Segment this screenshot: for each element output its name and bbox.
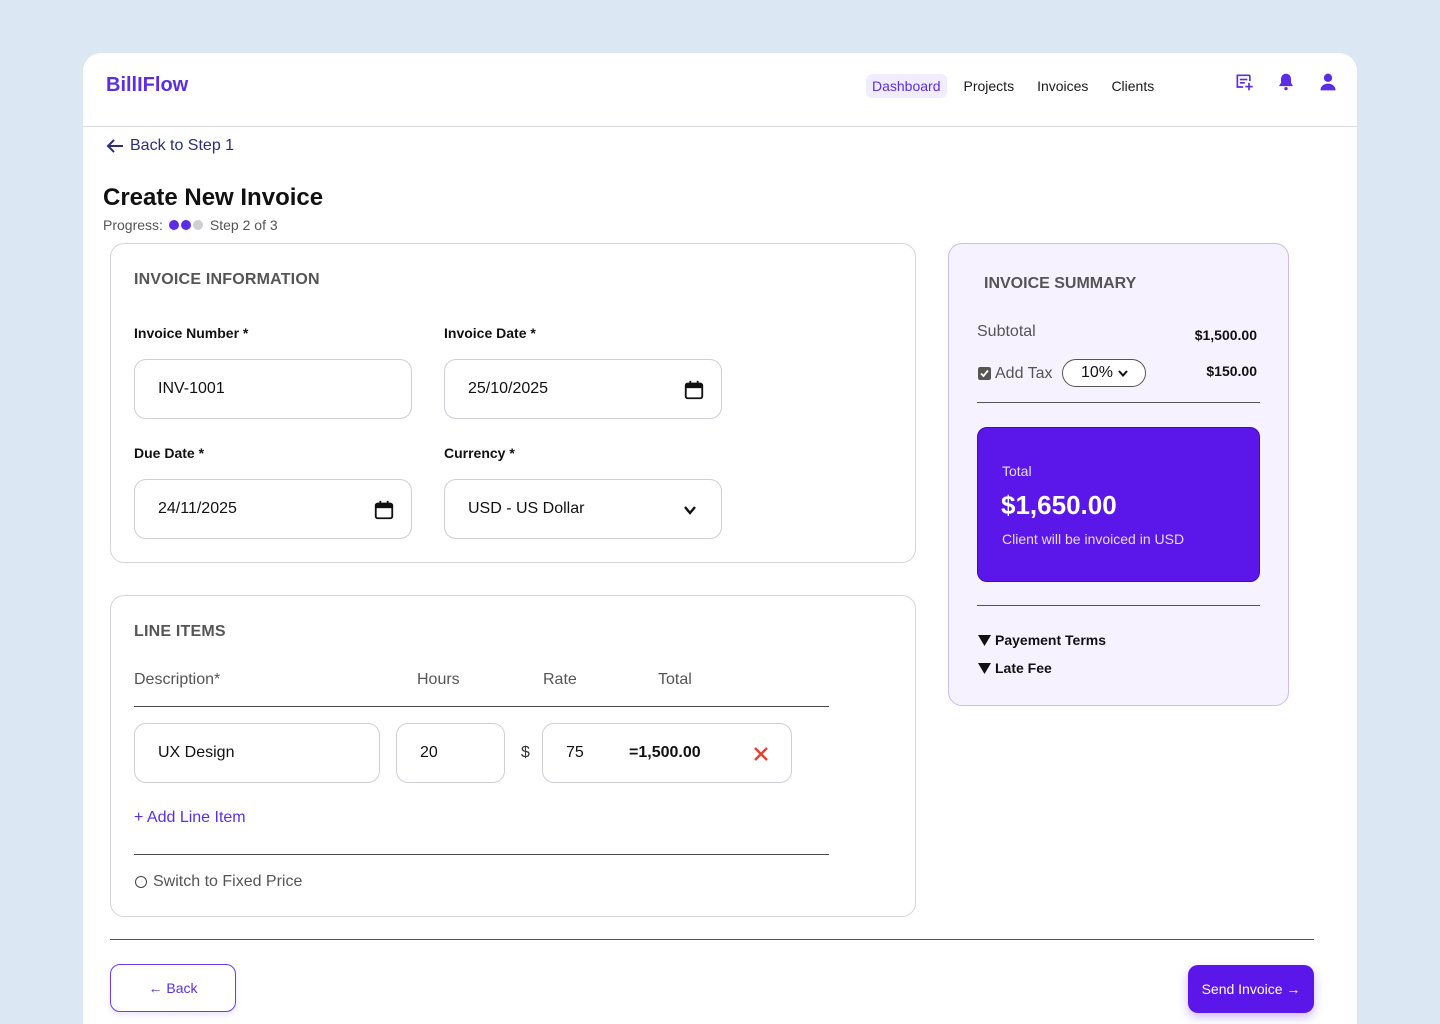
back-to-step-link[interactable]: Back to Step 1 bbox=[106, 137, 234, 155]
payment-terms-label: Payement Terms bbox=[995, 632, 1107, 648]
progress-dot bbox=[168, 220, 179, 230]
currency-symbol: $ bbox=[521, 744, 530, 761]
tax-value: $150.00 bbox=[1206, 363, 1257, 379]
total-amount: $1,650.00 bbox=[1001, 490, 1117, 520]
line-item-description-input[interactable]: UX Design bbox=[134, 723, 380, 783]
invoice-number-label: Invoice Number * bbox=[134, 325, 249, 341]
late-fee-label: Late Fee bbox=[995, 660, 1052, 676]
nav-item-invoices[interactable]: Invoices bbox=[1031, 74, 1094, 98]
invoice-summary-panel: INVOICE SUMMARY Subtotal $1,500.00 Add T… bbox=[948, 243, 1289, 706]
invoice-date-label: Invoice Date * bbox=[444, 325, 536, 341]
invoice-number-value: INV-1001 bbox=[158, 380, 225, 397]
back-button[interactable]: ← Back bbox=[110, 964, 236, 1012]
calendar-icon[interactable] bbox=[683, 379, 705, 401]
line-item-rate-value: 75 bbox=[566, 744, 584, 761]
invoice-number-field[interactable]: INV-1001 bbox=[134, 359, 412, 419]
nav-item-dashboard[interactable]: Dashboard bbox=[866, 74, 947, 98]
tax-rate-select[interactable]: 10% bbox=[1062, 359, 1146, 387]
line-items-header-divider bbox=[134, 706, 829, 707]
line-item-total: =1,500.00 bbox=[629, 744, 701, 761]
nav-item-clients[interactable]: Clients bbox=[1105, 74, 1160, 98]
remove-line-item-icon[interactable] bbox=[753, 746, 769, 762]
due-date-label: Due Date * bbox=[134, 445, 205, 461]
column-header-total: Total bbox=[658, 671, 692, 688]
invoice-date-field[interactable]: 25/10/2025 bbox=[444, 359, 722, 419]
line-items-title: LINE ITEMS bbox=[134, 623, 226, 640]
column-header-rate: Rate bbox=[543, 671, 577, 688]
footer-divider bbox=[110, 939, 1314, 940]
column-header-description: Description* bbox=[134, 671, 221, 688]
summary-divider bbox=[977, 402, 1260, 403]
add-tax-label: Add Tax bbox=[995, 365, 1053, 382]
top-navigation-bar: BillIFlow Dashboard Projects Invoices Cl… bbox=[83, 53, 1357, 127]
line-item-description-value: UX Design bbox=[158, 744, 235, 761]
triangle-down-icon bbox=[978, 634, 991, 646]
progress-step: Step 2 of 3 bbox=[209, 217, 278, 233]
invoice-summary-title: INVOICE SUMMARY bbox=[984, 275, 1137, 292]
line-item-rate-input[interactable]: 75 =1,500.00 bbox=[542, 723, 792, 783]
radio-button[interactable] bbox=[135, 876, 147, 888]
triangle-down-icon bbox=[978, 662, 991, 674]
progress-dots bbox=[168, 220, 203, 230]
user-icon[interactable] bbox=[1318, 72, 1338, 92]
add-tax-checkbox[interactable] bbox=[978, 367, 991, 380]
line-item-hours-input[interactable]: 20 bbox=[396, 723, 505, 783]
main-nav: Dashboard Projects Invoices Clients bbox=[866, 74, 1171, 98]
invoice-date-value: 25/10/2025 bbox=[468, 380, 549, 397]
arrow-left-icon bbox=[106, 139, 123, 153]
brand-logo[interactable]: BillIFlow bbox=[106, 74, 188, 97]
nav-item-projects[interactable]: Projects bbox=[958, 74, 1021, 98]
currency-label: Currency * bbox=[444, 445, 515, 461]
add-note-icon[interactable] bbox=[1234, 72, 1254, 92]
due-date-field[interactable]: 24/11/2025 bbox=[134, 479, 412, 539]
progress-label: Progress: bbox=[103, 217, 163, 233]
tax-rate-value: 10% bbox=[1081, 364, 1114, 381]
chevron-down-icon bbox=[684, 506, 696, 515]
progress-dot bbox=[180, 220, 191, 230]
currency-value: USD - US Dollar bbox=[468, 500, 585, 517]
line-item-hours-value: 20 bbox=[420, 744, 438, 761]
currency-select[interactable]: USD - US Dollar bbox=[444, 479, 722, 539]
payment-terms-toggle[interactable]: Payement Terms bbox=[978, 632, 1106, 648]
line-items-footer-divider bbox=[134, 854, 829, 855]
switch-fixed-price-option[interactable]: Switch to Fixed Price bbox=[135, 873, 302, 891]
line-items-panel: LINE ITEMS Description* Hours Rate Total… bbox=[110, 595, 916, 917]
subtotal-value: $1,500.00 bbox=[1194, 327, 1257, 343]
back-to-step-label: Back to Step 1 bbox=[130, 137, 235, 154]
invoice-information-title: INVOICE INFORMATION bbox=[134, 271, 320, 288]
total-currency-note: Client will be invoiced in USD bbox=[1002, 531, 1185, 547]
progress-dot bbox=[192, 220, 203, 230]
total-card: Total $1,650.00 Client will be invoiced … bbox=[977, 427, 1260, 582]
calendar-icon[interactable] bbox=[373, 499, 395, 521]
column-header-hours: Hours bbox=[417, 671, 460, 688]
app-window: BillIFlow Dashboard Projects Invoices Cl… bbox=[83, 53, 1357, 1024]
invoice-information-panel: INVOICE INFORMATION Invoice Number * INV… bbox=[110, 243, 916, 563]
due-date-value: 24/11/2025 bbox=[158, 500, 237, 517]
switch-fixed-price-label: Switch to Fixed Price bbox=[153, 873, 303, 890]
chevron-down-icon bbox=[1118, 370, 1128, 378]
send-invoice-button[interactable]: Send Invoice → bbox=[1188, 965, 1314, 1013]
progress-indicator: Progress: Step 2 of 3 bbox=[103, 217, 278, 233]
summary-divider bbox=[977, 605, 1260, 606]
bell-icon[interactable] bbox=[1276, 72, 1296, 92]
total-label: Total bbox=[1002, 463, 1032, 479]
top-actions bbox=[1234, 72, 1338, 92]
page-title: Create New Invoice bbox=[103, 184, 324, 211]
add-line-item-button[interactable]: + Add Line Item bbox=[134, 809, 246, 827]
subtotal-label: Subtotal bbox=[977, 323, 1036, 340]
late-fee-toggle[interactable]: Late Fee bbox=[978, 660, 1052, 676]
